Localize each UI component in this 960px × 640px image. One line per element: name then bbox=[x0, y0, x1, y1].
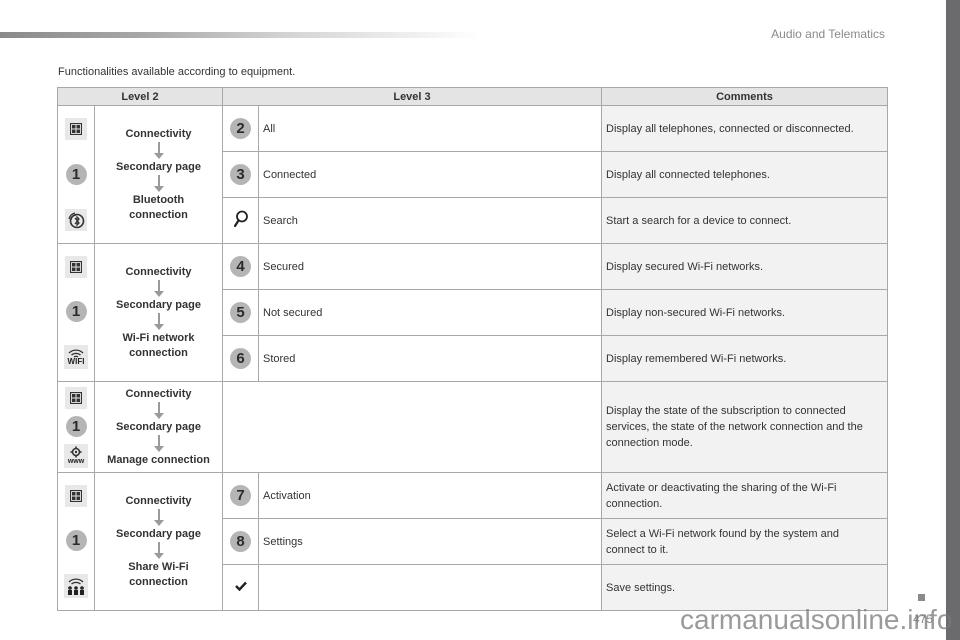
arrow-down-icon bbox=[153, 312, 164, 331]
level2-step: Manage connection bbox=[107, 453, 210, 466]
table-header-row: Level 2 Level 3 Comments bbox=[57, 87, 888, 106]
level1-icons-cell: 1 WIFI bbox=[57, 243, 95, 382]
top-gradient-bar bbox=[0, 32, 480, 38]
comment-text: Display the state of the subscription to… bbox=[601, 381, 888, 473]
step-badge: 3 bbox=[230, 164, 251, 185]
step-badge: 1 bbox=[65, 301, 87, 322]
level2-step: Secondary page bbox=[116, 527, 201, 540]
table-row: 1 WIFI Connectivity Secondary page Wi-Fi… bbox=[57, 243, 888, 382]
level3-label: Stored bbox=[258, 335, 602, 382]
level2-step: Secondary page bbox=[116, 160, 201, 173]
level3-label: Secured bbox=[258, 243, 602, 290]
comment-text: Activate or deactivating the sharing of … bbox=[601, 472, 888, 519]
wifi-icon-label: WIFI bbox=[67, 356, 85, 366]
arrow-down-icon bbox=[153, 174, 164, 193]
step-badge: 6 bbox=[230, 348, 251, 369]
level2-step: Share Wi-Fi connection bbox=[128, 560, 189, 588]
level2-step: Connectivity bbox=[125, 387, 192, 400]
level3-label: Not secured bbox=[258, 289, 602, 336]
table-row: 1 Connectivity Secondary page Share Wi-F… bbox=[57, 472, 888, 611]
header-level-2: Level 2 bbox=[57, 87, 223, 106]
search-icon bbox=[233, 210, 249, 231]
header-level-3: Level 3 bbox=[222, 87, 602, 106]
step-badge: 7 bbox=[230, 485, 251, 506]
table-row: 1 Connectivity Secondary page Bluetooth … bbox=[57, 105, 888, 244]
arrow-down-icon bbox=[153, 279, 164, 298]
www-icon-label: www bbox=[67, 458, 85, 465]
step-badge: 5 bbox=[230, 302, 251, 323]
comment-text: Display non-secured Wi-Fi networks. bbox=[601, 289, 888, 336]
level3-label: Settings bbox=[258, 518, 602, 565]
step-badge: 1 bbox=[65, 415, 87, 437]
checkmark-icon bbox=[234, 581, 247, 594]
section-title: Audio and Telematics bbox=[771, 27, 885, 41]
connectivity-grid-icon bbox=[65, 256, 87, 278]
level3-label: Search bbox=[258, 197, 602, 244]
functionality-table: Level 2 Level 3 Comments 1 Connectivity bbox=[57, 87, 888, 611]
step-badge: 1 bbox=[65, 530, 87, 551]
arrow-down-icon bbox=[153, 141, 164, 160]
level2-step: Wi-Fi network connection bbox=[122, 331, 195, 359]
watermark: carmanualsonline.info bbox=[680, 604, 953, 635]
level3-label bbox=[222, 381, 602, 473]
level2-path-cell: Connectivity Secondary page Bluetooth co… bbox=[94, 105, 223, 244]
header-comments: Comments bbox=[601, 87, 888, 106]
connectivity-grid-icon bbox=[65, 485, 87, 507]
level2-step: Connectivity bbox=[125, 494, 192, 507]
table-row: 1 www Connectivity Secondary page Manage… bbox=[57, 381, 888, 473]
arrow-down-icon bbox=[153, 508, 164, 527]
arrow-down-icon bbox=[153, 401, 164, 420]
level2-step: Bluetooth connection bbox=[129, 193, 188, 221]
side-bar bbox=[946, 0, 960, 640]
level2-step: Secondary page bbox=[116, 420, 201, 433]
arrow-down-icon bbox=[153, 434, 164, 453]
connectivity-grid-icon bbox=[65, 118, 87, 141]
level2-path-cell: Connectivity Secondary page Wi-Fi networ… bbox=[94, 243, 223, 382]
comment-text: Display all telephones, connected or dis… bbox=[601, 105, 888, 152]
step-badge: 1 bbox=[65, 163, 87, 185]
level1-icons-cell: 1 bbox=[57, 472, 95, 611]
share-wifi-icon bbox=[64, 574, 88, 598]
wifi-icon: WIFI bbox=[64, 345, 88, 369]
level3-label bbox=[258, 564, 602, 611]
level1-icons-cell: 1 www bbox=[57, 381, 95, 473]
level2-path-cell: Connectivity Secondary page Manage conne… bbox=[94, 381, 223, 473]
arrow-down-icon bbox=[153, 541, 164, 560]
level3-label: Activation bbox=[258, 472, 602, 519]
bluetooth-icon bbox=[65, 208, 87, 231]
page-marker bbox=[918, 594, 925, 601]
level3-label: All bbox=[258, 105, 602, 152]
gear-www-icon: www bbox=[64, 443, 88, 468]
step-badge: 4 bbox=[230, 256, 251, 277]
level2-step: Connectivity bbox=[125, 127, 192, 140]
comment-text: Display remembered Wi-Fi networks. bbox=[601, 335, 888, 382]
comment-text: Display all connected telephones. bbox=[601, 151, 888, 198]
intro-text: Functionalities available according to e… bbox=[58, 66, 296, 78]
level2-step: Connectivity bbox=[125, 265, 192, 278]
comment-text: Start a search for a device to connect. bbox=[601, 197, 888, 244]
comment-text: Select a Wi-Fi network found by the syst… bbox=[601, 518, 888, 565]
level2-path-cell: Connectivity Secondary page Share Wi-Fi … bbox=[94, 472, 223, 611]
level1-icons-cell: 1 bbox=[57, 105, 95, 244]
level3-label: Connected bbox=[258, 151, 602, 198]
step-badge: 8 bbox=[230, 531, 251, 552]
connectivity-grid-icon bbox=[65, 386, 87, 409]
step-badge: 2 bbox=[230, 118, 251, 139]
comment-text: Display secured Wi-Fi networks. bbox=[601, 243, 888, 290]
level2-step: Secondary page bbox=[116, 298, 201, 311]
